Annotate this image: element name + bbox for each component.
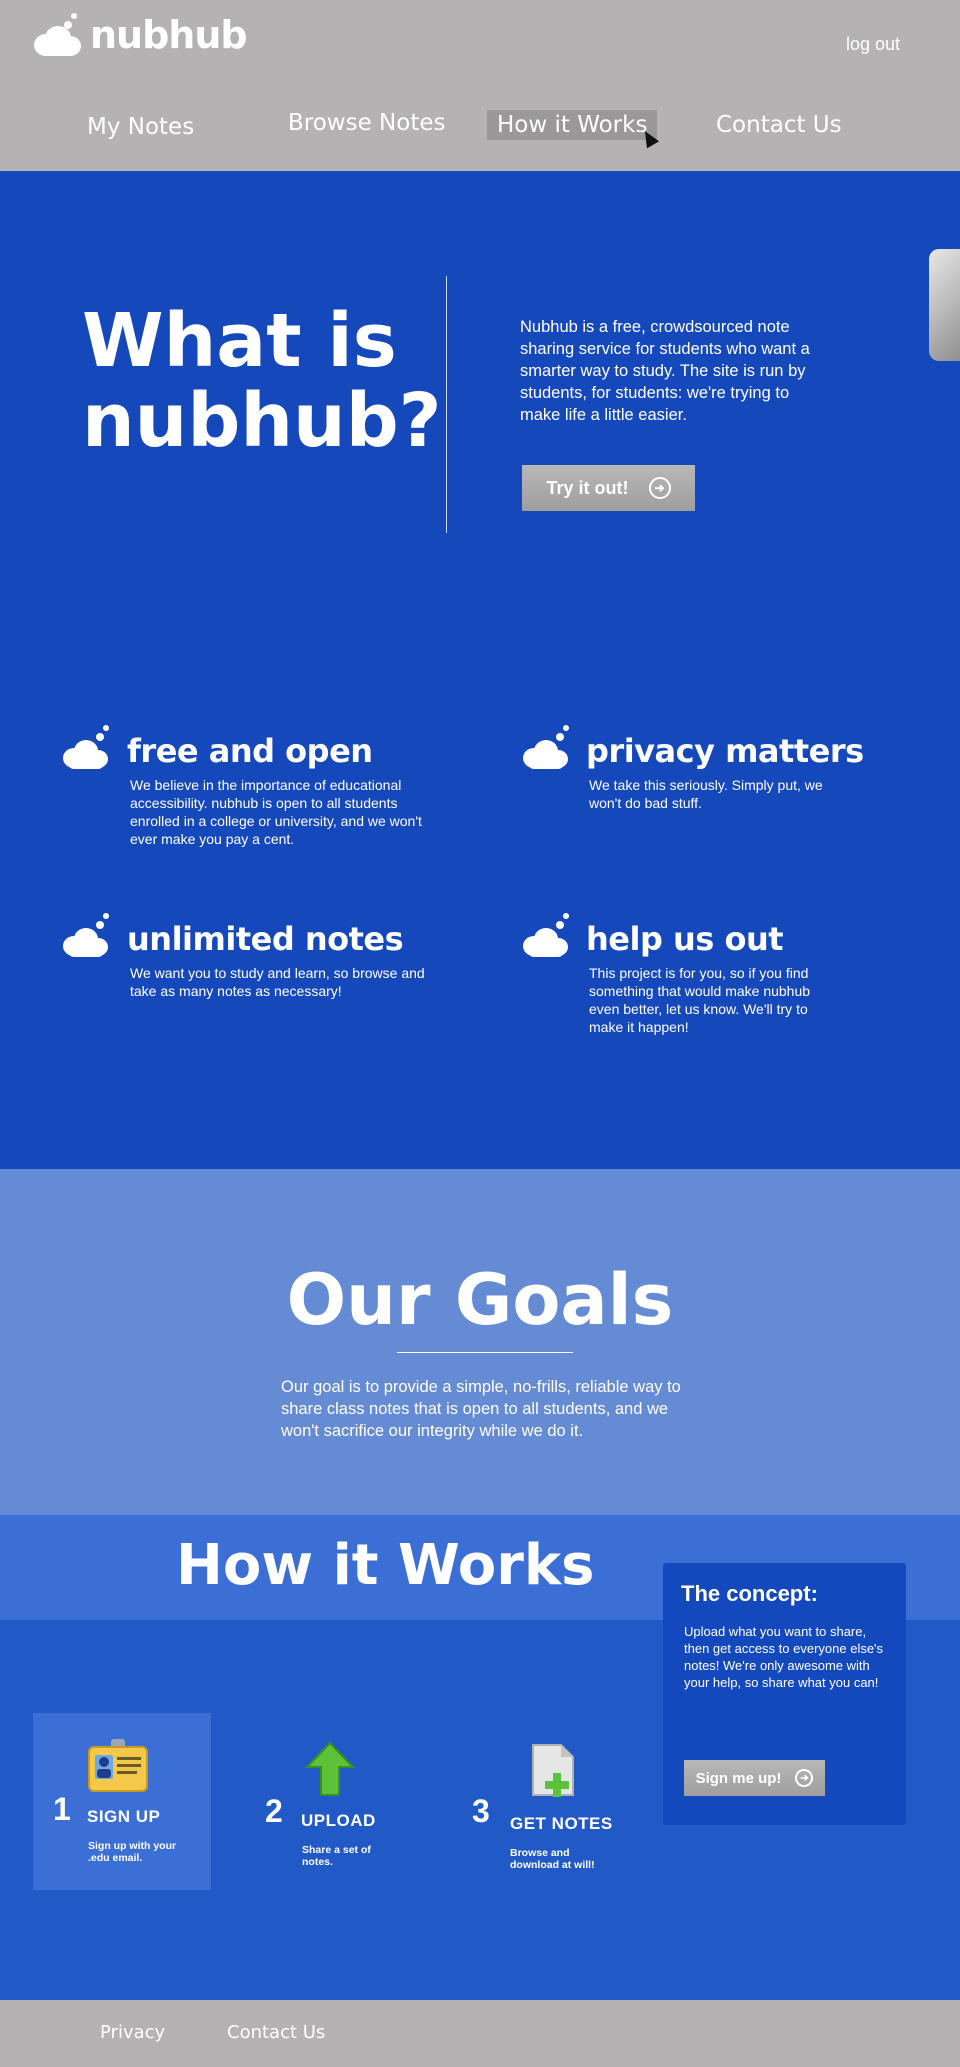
try-it-out-label: Try it out! <box>546 477 629 498</box>
nav-my-notes[interactable]: My Notes <box>77 112 204 142</box>
main-nav: My Notes Browse Notes How it Works Conta… <box>0 108 960 144</box>
feature-title: free and open <box>127 732 373 770</box>
hero-title: What is nubhub? <box>82 298 442 464</box>
feature-text: This project is for you, so if you find … <box>589 965 811 1035</box>
cloud-icon <box>63 725 109 769</box>
how-title: How it Works <box>176 1533 595 1598</box>
goals-text: Our goal is to provide a simple, no-fril… <box>281 1378 681 1440</box>
goals-title: Our Goals <box>286 1259 674 1341</box>
how-it-works-section: How it Works The concept: Upload what yo… <box>0 1515 960 2000</box>
step-description: Browse and download at will! <box>510 1847 595 1871</box>
step-upload[interactable]: 2 UPLOAD Share a set of notes. <box>245 1713 405 1890</box>
feature-title: help us out <box>586 920 784 958</box>
concept-card: The concept: Upload what you want to sha… <box>663 1563 906 1825</box>
cloud-icon <box>523 725 569 769</box>
arrow-right-circle-icon: ➔ <box>795 1769 814 1787</box>
step-get-notes[interactable]: 3 GET NOTES Browse and download at will! <box>455 1713 645 1890</box>
arrow-right-circle-icon: ➔ <box>648 477 671 499</box>
hero-section: What is nubhub? Nubhub is a free, crowds… <box>0 171 960 1169</box>
cloud-icon <box>523 913 569 957</box>
concept-title: The concept: <box>681 1581 818 1606</box>
step-number: 1 <box>53 1791 71 1827</box>
step-description: Sign up with your .edu email. <box>88 1840 177 1864</box>
footer-privacy-link[interactable]: Privacy <box>100 2022 165 2043</box>
feature-free-and-open: free and open We believe in the importan… <box>60 724 440 847</box>
nav-browse-notes[interactable]: Browse Notes <box>278 108 456 138</box>
goals-divider <box>397 1352 573 1353</box>
feature-title: unlimited notes <box>127 920 404 958</box>
step-number: 2 <box>265 1793 283 1829</box>
upload-arrow-icon <box>305 1741 355 1796</box>
step-description: Share a set of notes. <box>302 1844 371 1868</box>
step-label: UPLOAD <box>301 1811 376 1830</box>
footer-contact-link[interactable]: Contact Us <box>227 2022 325 2043</box>
feature-title: privacy matters <box>586 732 864 770</box>
step-label: GET NOTES <box>510 1814 613 1833</box>
sign-me-up-label: Sign me up! <box>695 1769 782 1787</box>
feature-text: We take this seriously. Simply put, we w… <box>589 777 823 811</box>
id-card-icon <box>88 1739 148 1792</box>
hero-divider <box>446 276 447 533</box>
goals-section: Our Goals Our goal is to provide a simpl… <box>0 1169 960 1515</box>
add-document-icon <box>532 1744 574 1797</box>
feature-privacy-matters: privacy matters We take this seriously. … <box>520 724 900 844</box>
cloud-logo-icon <box>34 13 81 56</box>
nav-contact-us[interactable]: Contact Us <box>706 110 852 140</box>
logo-text: nubhub <box>90 13 248 57</box>
step-number: 3 <box>472 1793 490 1829</box>
step-label: SIGN UP <box>87 1807 161 1826</box>
try-it-out-button[interactable]: Try it out! ➔ <box>522 465 695 511</box>
feature-unlimited-notes: unlimited notes We want you to study and… <box>60 912 440 1012</box>
cloud-icon <box>63 913 109 957</box>
feature-help-us-out: help us out This project is for you, so … <box>520 912 900 1035</box>
logout-link[interactable]: log out <box>846 34 900 55</box>
hero-description: Nubhub is a free, crowdsourced note shar… <box>520 318 810 424</box>
hero-title-line2: nubhub? <box>82 378 442 464</box>
side-feedback-tab[interactable] <box>929 249 960 361</box>
hero-title-line1: What is <box>82 298 397 384</box>
step-sign-up[interactable]: 1 SIGN UP Sign up with your .edu email. <box>33 1713 211 1890</box>
sign-me-up-button[interactable]: Sign me up! ➔ <box>684 1760 825 1796</box>
logo[interactable]: nubhub <box>30 10 248 60</box>
site-footer: Privacy Contact Us <box>0 2000 960 2067</box>
feature-text: We believe in the importance of educatio… <box>130 777 422 847</box>
nav-how-it-works[interactable]: How it Works <box>487 110 658 140</box>
feature-text: We want you to study and learn, so brows… <box>130 965 425 999</box>
site-header: nubhub log out My Notes Browse Notes How… <box>0 0 960 171</box>
concept-text: Upload what you want to share, then get … <box>684 1624 884 1690</box>
